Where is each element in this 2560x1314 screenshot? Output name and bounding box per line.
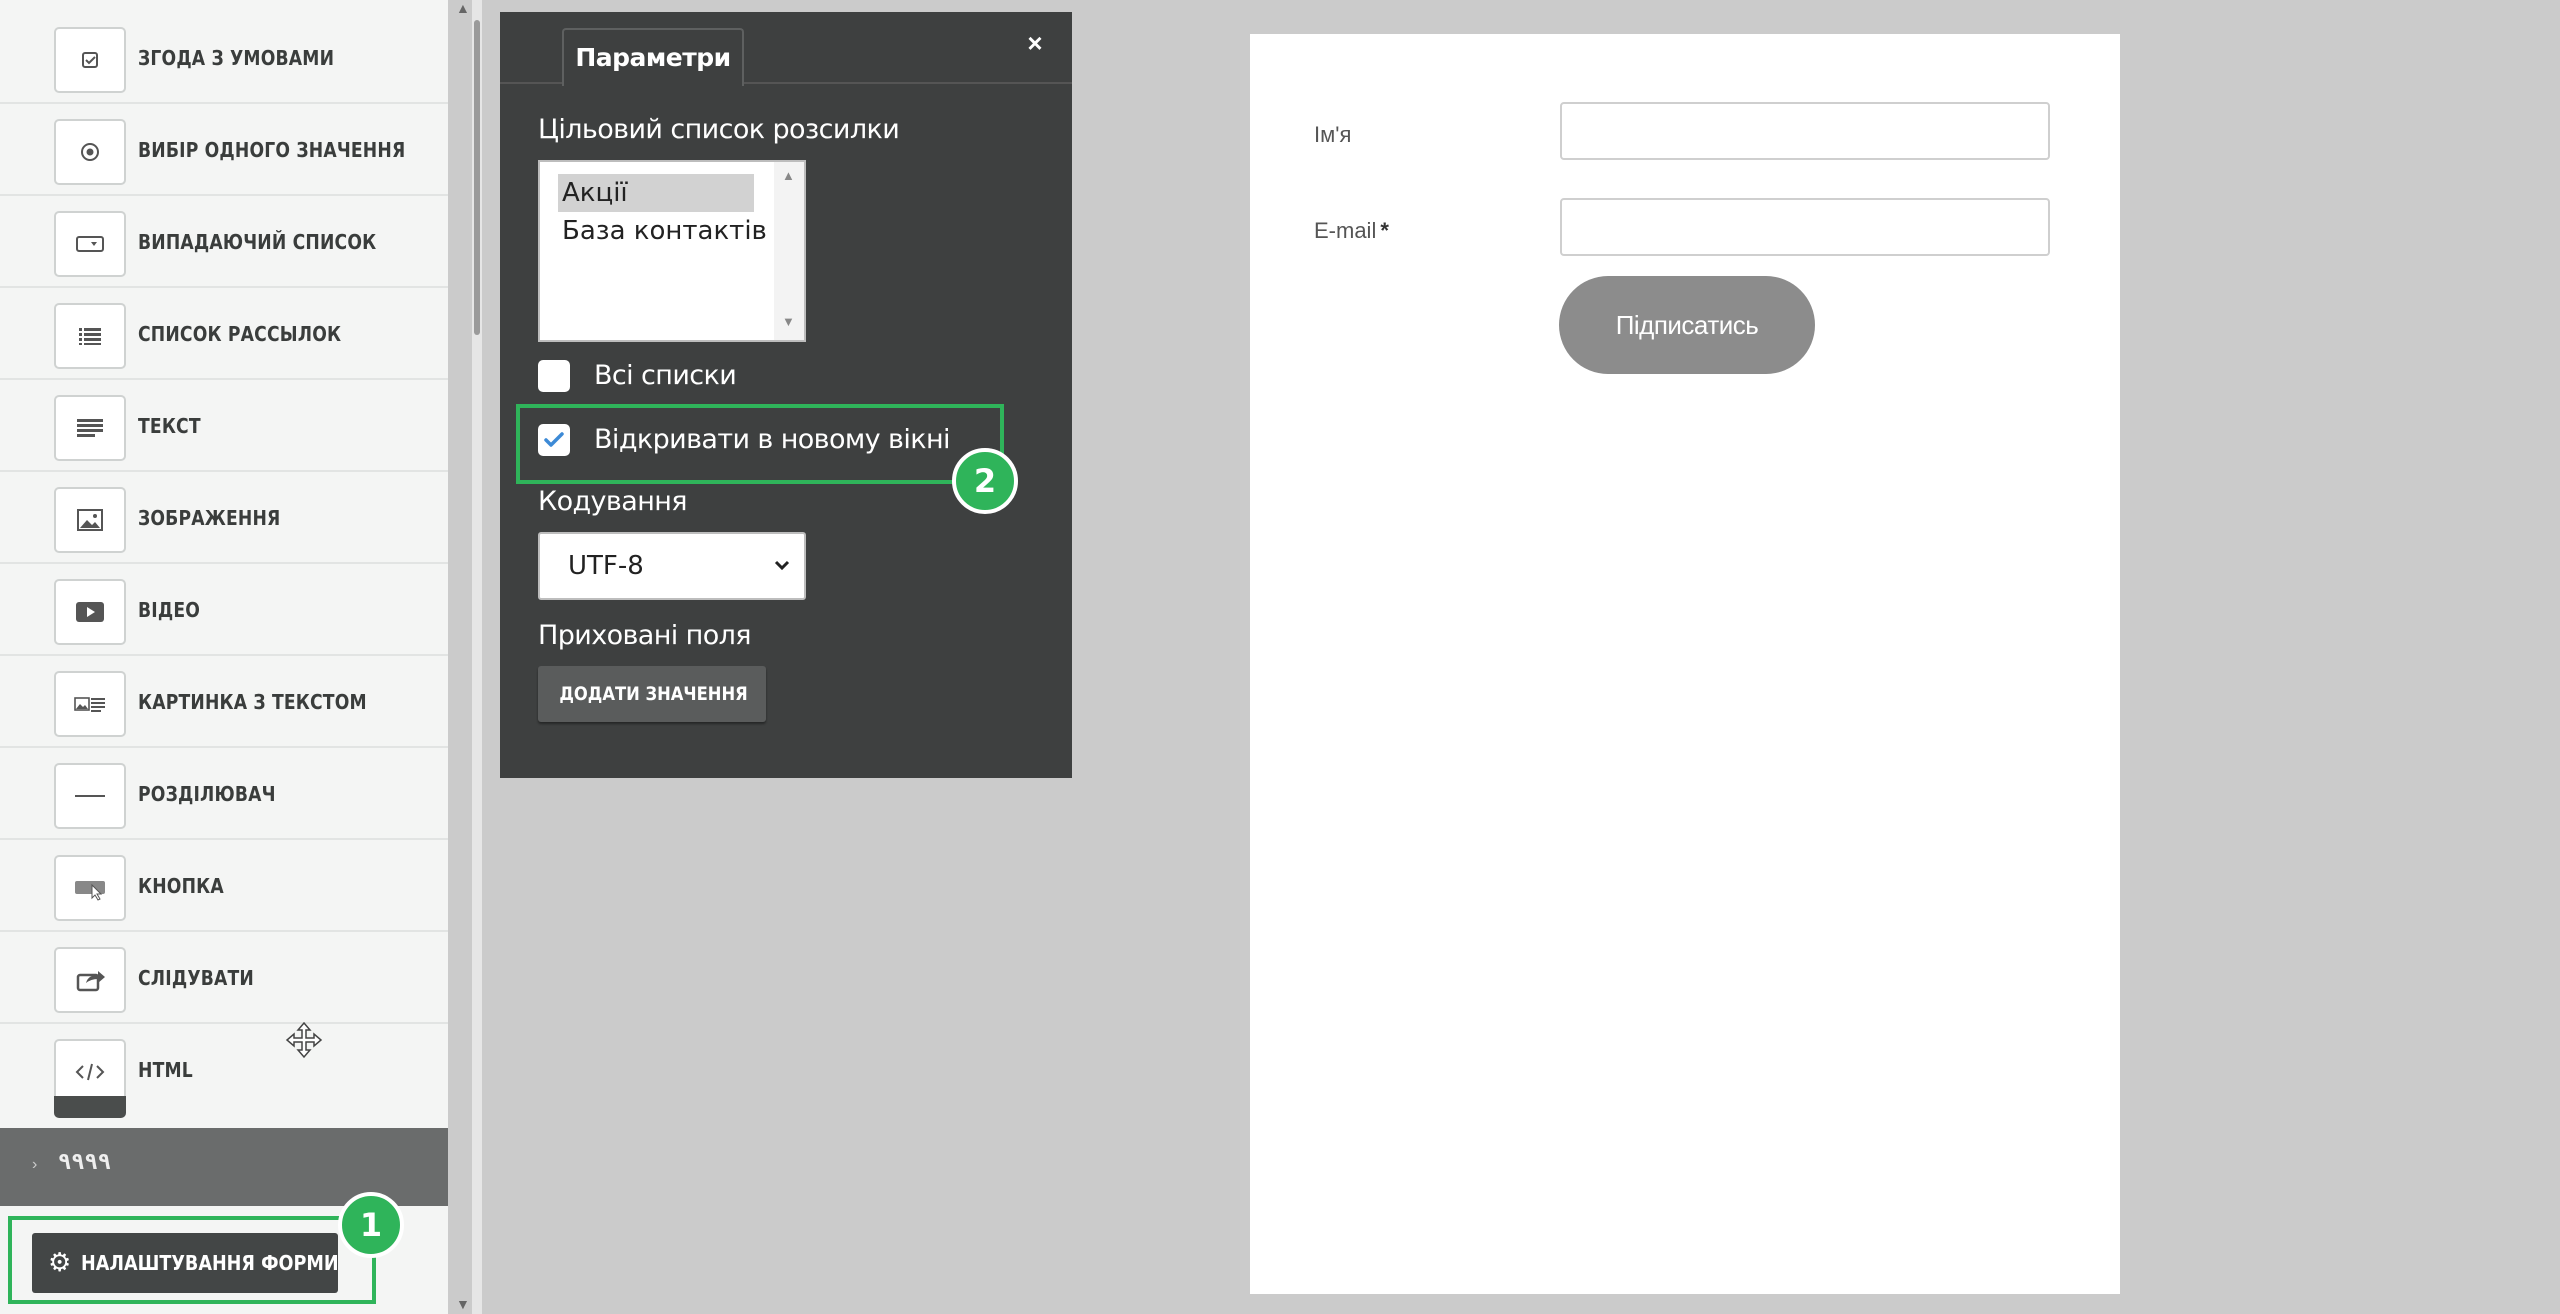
encoding-select[interactable]: UTF-8: [538, 532, 806, 600]
list-scrollbar[interactable]: ▲ ▼: [774, 162, 804, 340]
block-item-label: ЗОБРАЖЕННЯ: [138, 506, 281, 530]
radio-icon: [54, 119, 126, 185]
chevron-down-icon: [772, 534, 792, 622]
target-list-label: Цільовий список розсилки: [538, 114, 900, 145]
gear-icon: ⚙: [48, 1248, 72, 1278]
move-cursor-icon: [285, 1021, 323, 1059]
name-input[interactable]: [1560, 102, 2050, 160]
add-value-label: ДОДАТИ ЗНАЧЕННЯ: [559, 683, 748, 705]
encoding-label: Кодування: [538, 486, 688, 517]
block-item-label: РОЗДІЛЮВАЧ: [138, 782, 276, 806]
name-label-text: Ім'я: [1314, 122, 1352, 147]
add-value-button[interactable]: ДОДАТИ ЗНАЧЕННЯ: [538, 666, 766, 722]
block-item-divider[interactable]: РОЗДІЛЮВАЧ: [0, 748, 448, 840]
form-preview: Ім'я E-mail * Підписатись: [1250, 34, 2120, 1294]
block-item-label: ВИПАДАЮЧИЙ СПИСОК: [138, 230, 377, 254]
form-settings-label: НАЛАШТУВАННЯ ФОРМИ: [81, 1251, 339, 1275]
section-label: ٩٩٩٩: [58, 1150, 113, 1175]
scroll-down-arrow-icon[interactable]: ▼: [782, 314, 795, 329]
dropdown-icon: [54, 211, 126, 277]
scroll-up-arrow-icon[interactable]: ▲: [782, 168, 795, 183]
scroll-down-arrow-icon[interactable]: ▼: [456, 1296, 470, 1312]
block-item-label: СЛІДУВАТИ: [138, 966, 254, 990]
block-item-label: HTML: [138, 1058, 193, 1082]
button-icon: [54, 855, 126, 921]
form-settings-button[interactable]: ⚙ НАЛАШТУВАННЯ ФОРМИ: [32, 1233, 339, 1293]
chevron-right-icon: ›: [32, 1156, 38, 1173]
email-input[interactable]: [1560, 198, 2050, 256]
block-item-label: ТЕКСТ: [138, 414, 201, 438]
image-icon: [54, 487, 126, 553]
step-badge-2: 2: [952, 448, 1018, 514]
image-text-icon: [54, 671, 126, 737]
block-item-label: ВІДЕО: [138, 598, 201, 622]
close-icon[interactable]: ×: [1020, 28, 1050, 58]
subscribe-button[interactable]: Підписатись: [1559, 276, 1815, 374]
video-icon: [54, 579, 126, 645]
list-icon: [54, 303, 126, 369]
step-badge-1: 1: [338, 1192, 404, 1258]
share-icon: [54, 947, 126, 1013]
sidebar: ЗГОДА З УМОВАМИ ВИБІР ОДНОГО ЗНАЧЕННЯ ВИ…: [0, 0, 448, 1314]
block-item-label: КНОПКА: [138, 874, 224, 898]
hidden-fields-label: Приховані поля: [538, 620, 752, 651]
list-option-promotions[interactable]: Акції: [558, 174, 754, 212]
required-mark: *: [1380, 218, 1389, 243]
divider-icon: [54, 763, 126, 829]
list-option-contacts[interactable]: База контактів: [558, 212, 767, 250]
block-item-video[interactable]: ВІДЕО: [0, 564, 448, 656]
target-list-select[interactable]: Акції База контактів ▲ ▼: [538, 160, 806, 342]
encoding-value: UTF-8: [568, 551, 644, 581]
all-lists-label: Всі списки: [594, 360, 737, 391]
checkbox-icon: [54, 27, 126, 93]
all-lists-checkbox[interactable]: [538, 360, 570, 392]
name-field-label: Ім'я: [1314, 122, 1351, 148]
block-item-label: СПИСОК РАССЫЛОК: [138, 322, 342, 346]
block-item-button[interactable]: КНОПКА: [0, 840, 448, 932]
block-item-radio[interactable]: ВИБІР ОДНОГО ЗНАЧЕННЯ: [0, 104, 448, 196]
block-item-text[interactable]: ТЕКСТ: [0, 380, 448, 472]
block-item-image[interactable]: ЗОБРАЖЕННЯ: [0, 472, 448, 564]
block-item-label: ВИБІР ОДНОГО ЗНАЧЕННЯ: [138, 138, 406, 162]
block-item-follow[interactable]: СЛІДУВАТИ: [0, 932, 448, 1024]
block-item-label: КАРТИНКА З ТЕКСТОМ: [138, 690, 367, 714]
text-icon: [54, 395, 126, 461]
new-window-label: Відкривати в новому вікні: [594, 424, 951, 455]
new-window-checkbox[interactable]: [538, 424, 570, 456]
email-label-text: E-mail: [1314, 218, 1377, 243]
scroll-up-arrow-icon[interactable]: ▲: [456, 0, 470, 16]
html-block-handle: [54, 1096, 126, 1118]
block-item-label: ЗГОДА З УМОВАМИ: [138, 46, 335, 70]
check-icon: [544, 432, 564, 447]
email-field-label: E-mail *: [1314, 218, 1389, 244]
sidebar-scroll-thumb[interactable]: [474, 20, 480, 335]
block-item-dropdown[interactable]: ВИПАДАЮЧИЙ СПИСОК: [0, 196, 448, 288]
block-item-mailing-list[interactable]: СПИСОК РАССЫЛОК: [0, 288, 448, 380]
block-item-agreement[interactable]: ЗГОДА З УМОВАМИ: [0, 12, 448, 104]
block-item-image-text[interactable]: КАРТИНКА З ТЕКСТОМ: [0, 656, 448, 748]
tab-parameters[interactable]: Параметри: [562, 28, 744, 86]
parameters-panel: Параметри × Цільовий список розсилки Акц…: [500, 12, 1072, 778]
